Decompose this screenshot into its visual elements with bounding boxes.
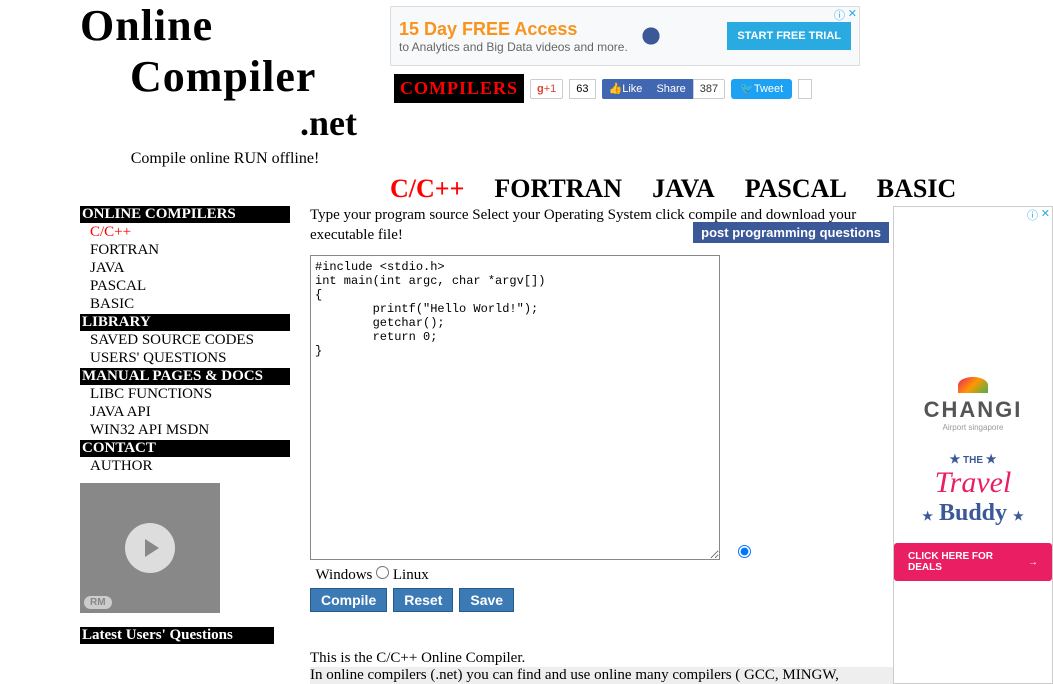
save-button[interactable]: Save: [459, 588, 514, 612]
reset-button[interactable]: Reset: [393, 588, 453, 612]
sidebar-header-compilers: ONLINE COMPILERS: [80, 206, 290, 223]
compiler-description-2: In online compilers (.net) you can find …: [310, 667, 893, 684]
compiler-description: This is the C/C++ Online Compiler.: [310, 650, 893, 667]
sidebar-header-contact: CONTACT: [80, 440, 290, 457]
click-deals-button[interactable]: CLICK HERE FOR DEALS →: [894, 543, 1052, 581]
ad-info-icon[interactable]: ⓘ: [834, 7, 845, 23]
lang-tab-basic[interactable]: BASIC: [877, 174, 956, 204]
sidebar-item-questions[interactable]: USERS' QUESTIONS: [80, 350, 290, 367]
fb-like-button[interactable]: 👍 Like: [602, 79, 650, 99]
sidebar-item-cpp[interactable]: C/C++: [80, 224, 290, 241]
side-ad-banner[interactable]: ⓘ ✕ CHANGI Airport singapore ★ THE ★ Tra…: [893, 206, 1053, 684]
sidebar-item-java[interactable]: JAVA: [80, 260, 290, 277]
rm-badge: RM: [84, 596, 112, 609]
top-ad-banner[interactable]: 15 Day FREE Access to Analytics and Big …: [390, 6, 860, 66]
video-player[interactable]: RM: [80, 483, 220, 613]
lang-tab-java[interactable]: JAVA: [652, 174, 715, 204]
compilers-button[interactable]: COMPILERS: [394, 74, 524, 103]
site-logo[interactable]: Online Compiler .net Compile online RUN …: [80, 0, 380, 168]
sidebar-item-pascal[interactable]: PASCAL: [80, 278, 290, 295]
sidebar-item-javaapi[interactable]: JAVA API: [80, 404, 290, 421]
sidebar-item-libc[interactable]: LIBC FUNCTIONS: [80, 386, 290, 403]
sidebar-header-library: LIBRARY: [80, 314, 290, 331]
sidebar-item-win32[interactable]: WIN32 API MSDN: [80, 422, 290, 439]
sidebar-item-basic[interactable]: BASIC: [80, 296, 290, 313]
ad-academy-icon: [636, 21, 666, 51]
google-plus-button[interactable]: g+1: [530, 79, 563, 99]
start-trial-button[interactable]: START FREE TRIAL: [727, 22, 851, 50]
tagline: Compile online RUN offline!: [80, 150, 380, 168]
mode-radio[interactable]: [738, 545, 751, 558]
os-linux-label[interactable]: Linux: [376, 567, 429, 583]
tweet-button[interactable]: 🐦 Tweet: [731, 79, 792, 99]
ad-info-icon[interactable]: ⓘ: [1027, 207, 1038, 223]
fb-count: 387: [693, 79, 725, 99]
changi-logo-icon: [958, 377, 988, 393]
lang-tab-cpp[interactable]: C/C++: [390, 174, 464, 204]
sidebar-item-author[interactable]: AUTHOR: [80, 458, 290, 475]
ad-close-icon[interactable]: ✕: [1041, 207, 1050, 220]
radio-linux[interactable]: [376, 566, 389, 579]
tweet-count: [798, 79, 812, 99]
lang-tab-pascal[interactable]: PASCAL: [745, 174, 847, 204]
lang-tab-fortran[interactable]: FORTRAN: [494, 174, 622, 204]
gplus-count: 63: [569, 79, 595, 99]
source-code-textarea[interactable]: [310, 255, 720, 560]
arrow-right-icon: →: [1028, 557, 1038, 568]
sidebar-header-docs: MANUAL PAGES & DOCS: [80, 368, 290, 385]
language-nav: C/C++ FORTRAN JAVA PASCAL BASIC: [0, 174, 1053, 204]
compile-button[interactable]: Compile: [310, 588, 387, 612]
post-question-button[interactable]: post programming questions: [693, 222, 889, 243]
os-windows-label[interactable]: Windows: [310, 567, 372, 583]
sidebar: ONLINE COMPILERS C/C++ FORTRAN JAVA PASC…: [80, 206, 290, 684]
fb-share-button[interactable]: Share: [649, 79, 692, 99]
intro-text: Type your program source Select your Ope…: [310, 206, 893, 245]
play-icon[interactable]: [125, 523, 175, 573]
changi-brand: CHANGI: [924, 397, 1023, 423]
ad-close-icon[interactable]: ✕: [848, 7, 857, 20]
sidebar-item-saved[interactable]: SAVED SOURCE CODES: [80, 332, 290, 349]
sidebar-item-fortran[interactable]: FORTRAN: [80, 242, 290, 259]
